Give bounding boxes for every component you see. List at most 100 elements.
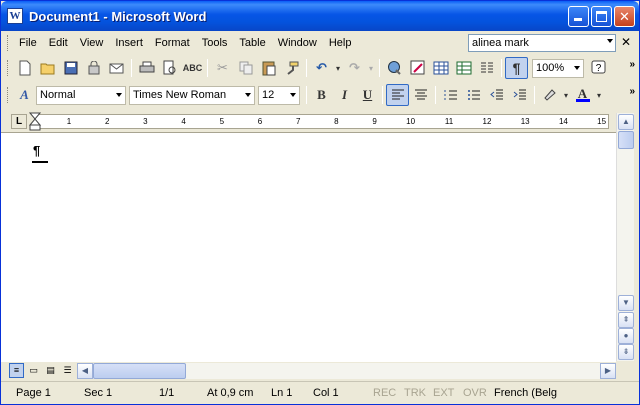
- document-close-icon[interactable]: ✕: [621, 35, 631, 49]
- menu-view[interactable]: View: [74, 34, 110, 52]
- print-preview-icon[interactable]: [158, 57, 181, 79]
- font-combo[interactable]: Times New Roman: [129, 85, 255, 105]
- chevron-down-icon[interactable]: [245, 92, 251, 97]
- minimize-button[interactable]: [568, 6, 589, 27]
- status-trk[interactable]: TRK: [404, 387, 426, 399]
- menu-table[interactable]: Table: [233, 34, 271, 52]
- spelling-icon[interactable]: ABC: [181, 57, 204, 79]
- close-button[interactable]: ✕: [614, 6, 635, 27]
- chevron-down-icon[interactable]: [607, 39, 613, 43]
- numbering-icon[interactable]: [439, 84, 462, 106]
- undo-icon[interactable]: ↶: [310, 57, 333, 79]
- status-section: Sec 1: [84, 387, 113, 399]
- font-color-icon[interactable]: A: [571, 84, 594, 106]
- align-left-icon[interactable]: [386, 84, 409, 106]
- status-language[interactable]: French (Belg: [494, 387, 557, 399]
- menu-file[interactable]: File: [13, 34, 43, 52]
- menu-edit[interactable]: Edit: [43, 34, 74, 52]
- save-icon[interactable]: [59, 57, 82, 79]
- menu-format[interactable]: Format: [149, 34, 196, 52]
- print-icon[interactable]: [135, 57, 158, 79]
- horizontal-scrollbar[interactable]: ◀ ▶: [77, 363, 616, 379]
- document-page[interactable]: ¶: [1, 132, 616, 362]
- normal-view-icon[interactable]: ≡: [9, 363, 24, 378]
- help-icon[interactable]: ?: [587, 57, 610, 79]
- open-icon[interactable]: [36, 57, 59, 79]
- new-icon[interactable]: [13, 57, 36, 79]
- ruler-mark: 1: [66, 117, 72, 126]
- previous-page-icon[interactable]: ⇞: [618, 312, 634, 328]
- ruler-marks: 1 2 3 4 5 6 7 8 9 10 11 12 13 14 15: [35, 115, 608, 128]
- tab-selector[interactable]: L: [11, 114, 27, 129]
- scroll-down-icon[interactable]: ▼: [618, 295, 634, 311]
- hyperlink-icon[interactable]: [383, 57, 406, 79]
- menu-tools[interactable]: Tools: [196, 34, 234, 52]
- undo-dropdown-icon[interactable]: ▾: [333, 57, 343, 79]
- insert-table-icon[interactable]: [429, 57, 452, 79]
- horizontal-scroll-thumb[interactable]: [93, 363, 186, 379]
- redo-dropdown-icon[interactable]: ▾: [366, 57, 376, 79]
- paste-icon[interactable]: [257, 57, 280, 79]
- email-icon[interactable]: [105, 57, 128, 79]
- highlight-dropdown-icon[interactable]: ▾: [561, 84, 571, 106]
- toolbar-grip[interactable]: [7, 87, 10, 103]
- redo-icon[interactable]: ↷: [343, 57, 366, 79]
- increase-indent-icon[interactable]: [508, 84, 531, 106]
- toolbar-separator: [131, 59, 132, 77]
- zoom-combo[interactable]: 100%: [532, 58, 584, 78]
- copy-icon[interactable]: [234, 57, 257, 79]
- show-hide-icon[interactable]: ¶: [505, 57, 528, 79]
- vertical-scroll-thumb[interactable]: [618, 131, 634, 149]
- print-layout-view-icon[interactable]: ▤: [43, 363, 58, 378]
- italic-button[interactable]: I: [333, 84, 356, 106]
- web-layout-view-icon[interactable]: ▭: [26, 363, 41, 378]
- status-ext[interactable]: EXT: [433, 387, 454, 399]
- bullets-icon[interactable]: [462, 84, 485, 106]
- window-title: Document1 - Microsoft Word: [29, 8, 207, 24]
- bold-button[interactable]: B: [310, 84, 333, 106]
- scroll-left-icon[interactable]: ◀: [77, 363, 93, 379]
- columns-icon[interactable]: [475, 57, 498, 79]
- vertical-scrollbar[interactable]: ▲ ▼ ⇞ ● ⇟: [616, 113, 634, 361]
- tables-borders-icon[interactable]: [406, 57, 429, 79]
- insert-excel-icon[interactable]: [452, 57, 475, 79]
- font-size-combo[interactable]: 12: [258, 85, 300, 105]
- style-combo[interactable]: Normal: [36, 85, 126, 105]
- toolbar-grip[interactable]: [7, 60, 10, 76]
- scroll-up-icon[interactable]: ▲: [618, 114, 634, 130]
- ruler-mark: 3: [143, 117, 148, 126]
- chevron-down-icon[interactable]: [290, 92, 296, 97]
- ruler-mark: 8: [334, 117, 339, 126]
- status-rec[interactable]: REC: [373, 387, 396, 399]
- select-browse-object-icon[interactable]: ●: [618, 328, 634, 344]
- format-painter-icon[interactable]: [280, 57, 303, 79]
- menu-help[interactable]: Help: [323, 34, 358, 52]
- menu-grip[interactable]: [7, 35, 10, 51]
- toolbar-options-icon[interactable]: »: [629, 86, 635, 97]
- styles-formatting-icon[interactable]: A: [13, 84, 36, 106]
- toolbar-options-icon[interactable]: »: [629, 59, 635, 70]
- highlight-icon[interactable]: [538, 84, 561, 106]
- status-ovr[interactable]: OVR: [463, 387, 487, 399]
- ask-question-box[interactable]: alinea mark: [468, 34, 616, 52]
- underline-button[interactable]: U: [356, 84, 379, 106]
- outline-view-icon[interactable]: ☰: [60, 363, 75, 378]
- permission-icon[interactable]: [82, 57, 105, 79]
- menu-window[interactable]: Window: [272, 34, 323, 52]
- scroll-right-icon[interactable]: ▶: [600, 363, 616, 379]
- next-page-icon[interactable]: ⇟: [618, 344, 634, 360]
- word-app-icon[interactable]: W: [7, 8, 23, 24]
- ruler-mark: 6: [257, 117, 263, 126]
- horizontal-ruler[interactable]: 1 2 3 4 5 6 7 8 9 10 11 12 13 14 15: [29, 112, 609, 131]
- decrease-indent-icon[interactable]: [485, 84, 508, 106]
- title-bar[interactable]: W Document1 - Microsoft Word ✕: [1, 1, 639, 31]
- font-color-dropdown-icon[interactable]: ▾: [594, 84, 604, 106]
- menu-insert[interactable]: Insert: [109, 34, 149, 52]
- maximize-button[interactable]: [591, 6, 612, 27]
- ruler-mark: 10: [406, 117, 416, 126]
- chevron-down-icon[interactable]: [574, 65, 580, 70]
- align-center-icon[interactable]: [409, 84, 432, 106]
- chevron-down-icon[interactable]: [116, 92, 122, 97]
- cut-icon[interactable]: ✂: [211, 57, 234, 79]
- ruler-mark: 15: [597, 117, 607, 126]
